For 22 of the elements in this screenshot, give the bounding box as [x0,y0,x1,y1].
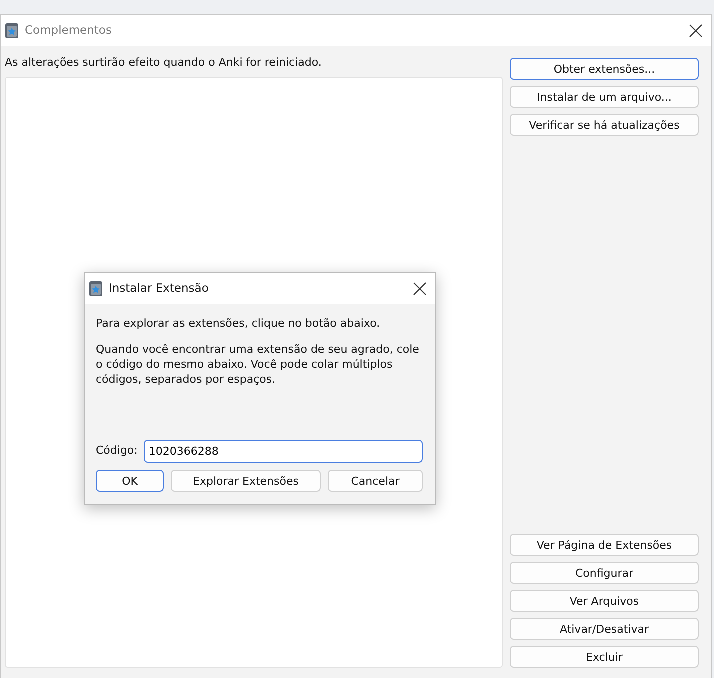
close-icon[interactable] [689,24,703,38]
window-title: Complementos [25,22,112,39]
code-field[interactable]: 1020366288 [144,440,423,463]
action-button[interactable]: Configurar [510,562,699,584]
action-button[interactable]: Cancelar [328,470,423,492]
action-button[interactable]: OK [96,470,164,492]
action-button[interactable]: Ver Arquivos [510,590,699,612]
action-button[interactable]: Instalar de um arquivo... [510,86,699,108]
intro-text: Para explorar as extensões, clique no botão abaixo. [96,316,382,331]
app-icon [5,22,19,38]
action-button[interactable]: Ativar/Desativar [510,618,699,640]
notice-text: As alterações surtirão efeito quando o Anki for reiniciado. [5,55,323,71]
action-button[interactable]: Verificar se há atualizações [510,114,699,136]
action-button[interactable]: Ver Página de Extensões [510,534,699,556]
action-button[interactable]: Obter extensões... [510,58,699,80]
code-label: Código: [96,443,138,460]
action-button[interactable]: Explorar Extensões [171,470,321,492]
action-button[interactable]: Excluir [510,646,699,668]
app-icon [89,280,103,296]
dialog-title: Instalar Extensão [109,280,209,297]
instructions-text: Quando você encontrar uma extensão de seu agrado, cole o código do mesmo abaixo. Você pode colar múltiplos códigos, separados por espaços. [96,342,420,387]
close-icon[interactable] [413,282,427,296]
